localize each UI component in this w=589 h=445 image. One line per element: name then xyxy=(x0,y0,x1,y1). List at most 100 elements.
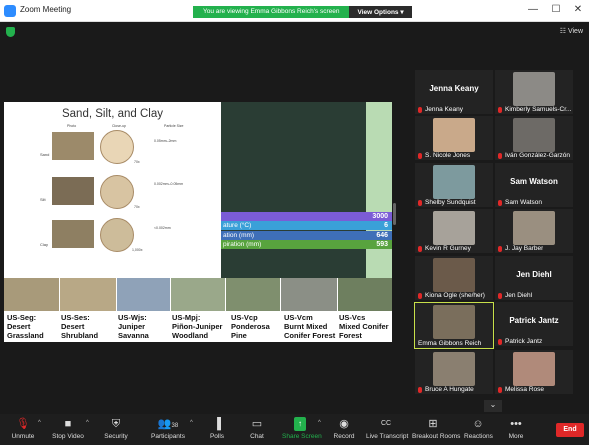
climate-value: 646 xyxy=(376,232,388,239)
share-screen-button[interactable]: ↑ Share Screen xyxy=(282,417,322,440)
participant-video xyxy=(433,258,475,292)
ecosystem-line1: Desert xyxy=(61,322,85,331)
view-button[interactable]: ☷ View xyxy=(560,27,583,35)
climate-value: 593 xyxy=(376,241,388,248)
share-scrollbar[interactable] xyxy=(393,203,396,225)
end-meeting-button[interactable]: End xyxy=(556,423,584,437)
silt-size: 0.002mm–0.05mm xyxy=(154,182,184,186)
participant-name-text: Melissa Rose xyxy=(505,386,545,393)
ecosystem-photo xyxy=(226,278,280,311)
participant-tile[interactable]: Jen Diehl Jen Diehl xyxy=(495,256,573,300)
participant-video xyxy=(433,118,475,152)
unmute-label: Unmute xyxy=(11,433,35,440)
unmute-button[interactable]: 🎙 Unmute xyxy=(8,417,38,440)
participant-name-text: Patrick Jantz xyxy=(505,338,543,345)
share-options-caret-icon[interactable]: ^ xyxy=(318,420,321,426)
video-options-caret-icon[interactable]: ^ xyxy=(86,420,89,426)
audio-options-caret-icon[interactable]: ^ xyxy=(38,420,41,426)
clay-magnification: 1,000x xyxy=(132,248,143,252)
clay-photo xyxy=(52,220,94,248)
participant-center-name: Patrick Jantz xyxy=(509,316,559,325)
view-options-button[interactable]: View Options ▾ xyxy=(349,6,412,18)
participant-tile[interactable]: Bruce A Hungate xyxy=(415,350,493,394)
column-header-closeup: Close-up xyxy=(112,124,127,128)
participant-name-text: Shelby Sundquist xyxy=(425,199,476,206)
participant-name: Iván González-Garzón xyxy=(498,152,570,159)
participant-tile[interactable]: Kevin R Gurney xyxy=(415,209,493,253)
column-header-photo: Photo xyxy=(67,124,77,128)
video-camera-icon: ■ xyxy=(64,418,72,430)
shared-screen[interactable]: Sand, Silt, and Clay Photo Close-up Part… xyxy=(4,102,392,342)
participant-tile-active-speaker[interactable]: Emma Gibbons Reich xyxy=(414,302,494,349)
window-title: Zoom Meeting xyxy=(20,5,72,14)
climate-label: ation (mm) xyxy=(223,232,255,239)
screen-share-banner: You are viewing Emma Gibbons Reich's scr… xyxy=(193,6,412,18)
participants-options-caret-icon[interactable]: ^ xyxy=(190,420,193,426)
more-button[interactable]: ••• More xyxy=(506,417,526,440)
participant-tile[interactable]: Kimberly Samuels-Cr... xyxy=(495,70,573,114)
climate-value: 6 xyxy=(384,222,388,229)
participant-video xyxy=(433,352,475,386)
minimize-button[interactable]: — xyxy=(526,4,540,15)
ecosystem-code: US-Wjs: xyxy=(118,313,147,322)
participant-video xyxy=(433,211,475,245)
participant-tile[interactable]: Kiona Ogle (she/her) xyxy=(415,256,493,300)
participant-name-text: Sam Watson xyxy=(505,199,542,206)
muted-mic-icon xyxy=(418,292,422,299)
ecosystem-line1: Ponderosa xyxy=(231,322,270,331)
participant-tile[interactable]: Shelby Sundquist xyxy=(415,163,493,207)
participant-tile[interactable]: J. Jay Barber xyxy=(495,209,573,253)
ecosystem-code: US-Vcm xyxy=(284,313,313,322)
participant-tile[interactable]: Melissa Rose xyxy=(495,350,573,394)
participant-name-text: Emma Gibbons Reich xyxy=(418,340,482,347)
meeting-toolbar: 🎙 Unmute ^ ■ Stop Video ^ ⛨ Security 👥38… xyxy=(0,414,589,445)
ecosystem-photo xyxy=(338,278,392,311)
polls-button[interactable]: ▐ Polls xyxy=(206,417,228,440)
participant-tile[interactable]: Patrick Jantz Patrick Jantz xyxy=(495,302,573,346)
participant-name: Kimberly Samuels-Cr... xyxy=(498,106,571,113)
live-transcript-button[interactable]: CC Live Transcript xyxy=(366,417,408,440)
gallery-next-page-chevron-icon[interactable]: ⌄ xyxy=(484,400,502,412)
view-label: View xyxy=(567,28,583,35)
encryption-shield-icon[interactable] xyxy=(6,27,15,37)
participant-name-text: Jen Diehl xyxy=(505,292,533,299)
chat-bubble-icon: ▭ xyxy=(251,418,263,430)
ecosystem-line1: Desert xyxy=(7,322,31,331)
muted-mic-icon xyxy=(498,245,502,252)
climate-row-temperature: ature (°C) 6 xyxy=(221,221,392,230)
maximize-button[interactable]: ☐ xyxy=(549,4,563,15)
breakout-rooms-icon: ⊞ xyxy=(428,418,438,430)
ecosystem-line2: Woodland xyxy=(172,331,209,340)
security-button[interactable]: ⛨ Security xyxy=(100,417,132,440)
ecosystem-code: US-Vcs xyxy=(339,313,366,322)
row-label-clay: Clay xyxy=(40,242,49,247)
participant-tile[interactable]: S. Nicole Jones xyxy=(415,116,493,160)
climate-label: piration (mm) xyxy=(223,241,262,248)
reactions-button[interactable]: ☺ Reactions xyxy=(464,417,493,440)
row-label-silt: Silt xyxy=(40,197,46,202)
chat-button[interactable]: ▭ Chat xyxy=(246,417,268,440)
participant-tile[interactable]: Sam Watson Sam Watson xyxy=(495,163,573,207)
record-button[interactable]: ◉ Record xyxy=(332,417,356,440)
clay-size: <0.002mm xyxy=(154,226,171,230)
participant-tile[interactable]: Iván González-Garzón xyxy=(495,116,573,160)
close-button[interactable]: ✕ xyxy=(571,4,585,15)
participant-name: Sam Watson xyxy=(498,199,542,206)
breakout-rooms-button[interactable]: ⊞ Breakout Rooms xyxy=(412,417,460,440)
light-green-panel xyxy=(366,102,392,278)
ecosystem-line1: Burnt Mixed xyxy=(284,322,328,331)
stop-video-button[interactable]: ■ Stop Video xyxy=(50,417,86,440)
muted-mic-icon xyxy=(418,245,422,252)
ecosystem-code: US-Vcp xyxy=(231,313,258,322)
ecosystem-line2: Grassland xyxy=(7,331,44,340)
soil-texture-slide: Sand, Silt, and Clay Photo Close-up Part… xyxy=(4,102,221,278)
participants-label: Participants xyxy=(151,433,185,440)
participant-video xyxy=(513,72,555,106)
ecosystem-line2: Savanna xyxy=(118,331,149,340)
participant-tile[interactable]: Jenna Keany Jenna Keany xyxy=(415,70,493,114)
ecosystem-line2: Forest xyxy=(339,331,362,340)
participant-name: Patrick Jantz xyxy=(498,338,542,345)
participant-name-text: Jenna Keany xyxy=(425,106,463,113)
participant-center-name: Sam Watson xyxy=(510,177,558,186)
participants-button[interactable]: 👥38 Participants xyxy=(148,417,188,440)
